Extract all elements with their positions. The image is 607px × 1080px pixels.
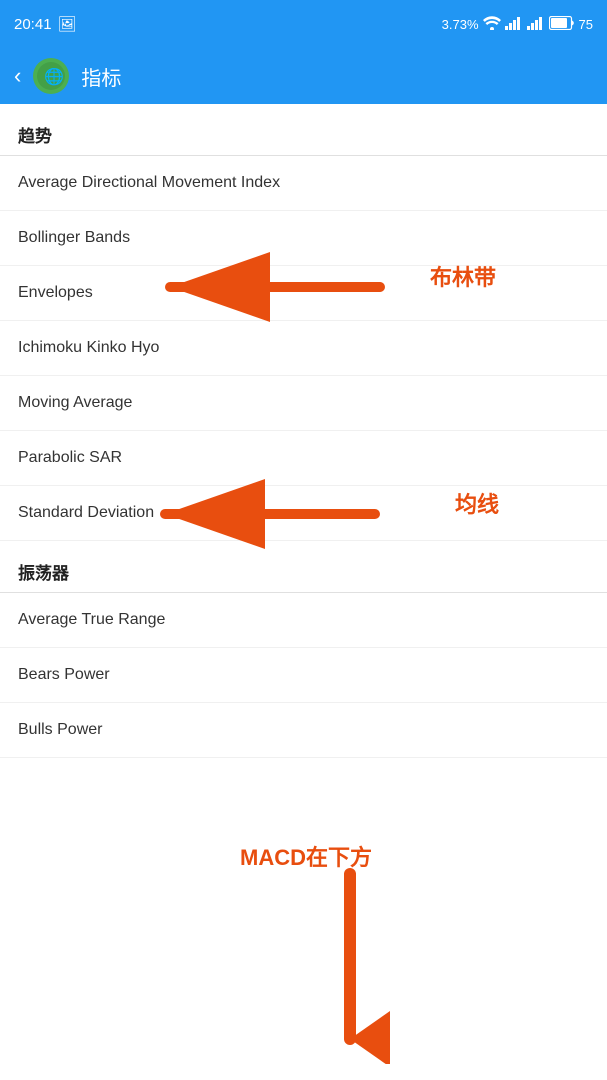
status-bar-right: 3.73% [442, 16, 593, 33]
image-icon: 🖼 [58, 15, 77, 33]
list-item-ichimoku[interactable]: Ichimoku Kinko Hyo [0, 321, 607, 376]
list-item-bears-power[interactable]: Bears Power [0, 648, 607, 703]
battery-icon [549, 16, 575, 33]
status-bar-left: 20:41 🖼 [14, 15, 77, 33]
section-header-oscillator: 振荡器 [0, 541, 607, 592]
section-header-trend: 趋势 [0, 104, 607, 155]
cellular-icon-2 [527, 16, 545, 33]
list-item-moving-average[interactable]: Moving Average [0, 376, 607, 431]
back-button[interactable]: ‹ [14, 63, 21, 89]
status-bar: 20:41 🖼 3.73% [0, 0, 607, 48]
wifi-icon [483, 16, 501, 33]
macd-annotation: MACD在下方 [240, 840, 372, 872]
battery-level: 75 [579, 17, 593, 32]
list-item-bulls-power[interactable]: Bulls Power [0, 703, 607, 758]
app-title: 指标 [81, 62, 121, 91]
svg-text:🌐: 🌐 [44, 67, 64, 86]
list-item-atr[interactable]: Average True Range [0, 593, 607, 648]
list-item-parabolic-sar[interactable]: Parabolic SAR [0, 431, 607, 486]
list-item-standard-deviation[interactable]: Standard Deviation [0, 486, 607, 541]
signal-strength: 3.73% [442, 17, 479, 32]
app-bar: ‹ 🌐 指标 [0, 48, 607, 104]
macd-arrow-svg [310, 864, 390, 1064]
list-item-bollinger[interactable]: Bollinger Bands [0, 211, 607, 266]
main-content: 趋势 Average Directional Movement Index Bo… [0, 104, 607, 758]
list-item-envelopes[interactable]: Envelopes [0, 266, 607, 321]
app-icon: 🌐 [33, 58, 69, 94]
cellular-icon [505, 16, 523, 33]
time-display: 20:41 [14, 16, 52, 33]
list-item-admi[interactable]: Average Directional Movement Index [0, 156, 607, 211]
